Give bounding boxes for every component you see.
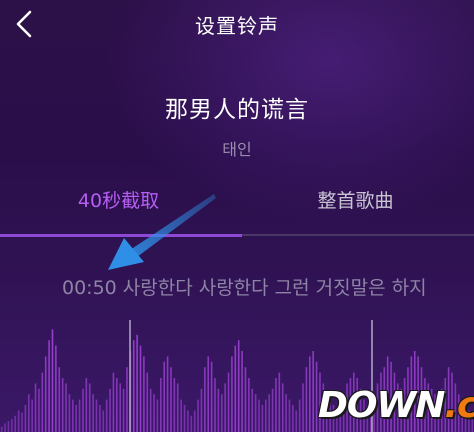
down-cc-watermark: DOWN.cc <box>318 385 474 426</box>
active-tab-indicator <box>0 234 242 237</box>
page-title: 设置铃声 <box>195 14 279 38</box>
lyric-text: 사랑한다 사랑한다 그런 거짓말은 하지 <box>122 277 427 299</box>
tab-40-second-clip[interactable]: 40秒截取 <box>0 186 237 213</box>
lyric-line: 00:50 사랑한다 사랑한다 그런 거짓말은 하지 <box>62 273 474 300</box>
lyric-timestamp: 00:50 <box>62 277 117 299</box>
tab-full-song[interactable]: 整首歌曲 <box>237 186 474 213</box>
ringtone-settings-screen: 设置铃声 那男人的谎言 태인 40秒截取 整首歌曲 00:50 사랑한다 사랑한다… <box>0 0 474 432</box>
artist-name: 태인 <box>222 140 252 159</box>
song-title: 那男人的谎言 <box>165 97 309 123</box>
